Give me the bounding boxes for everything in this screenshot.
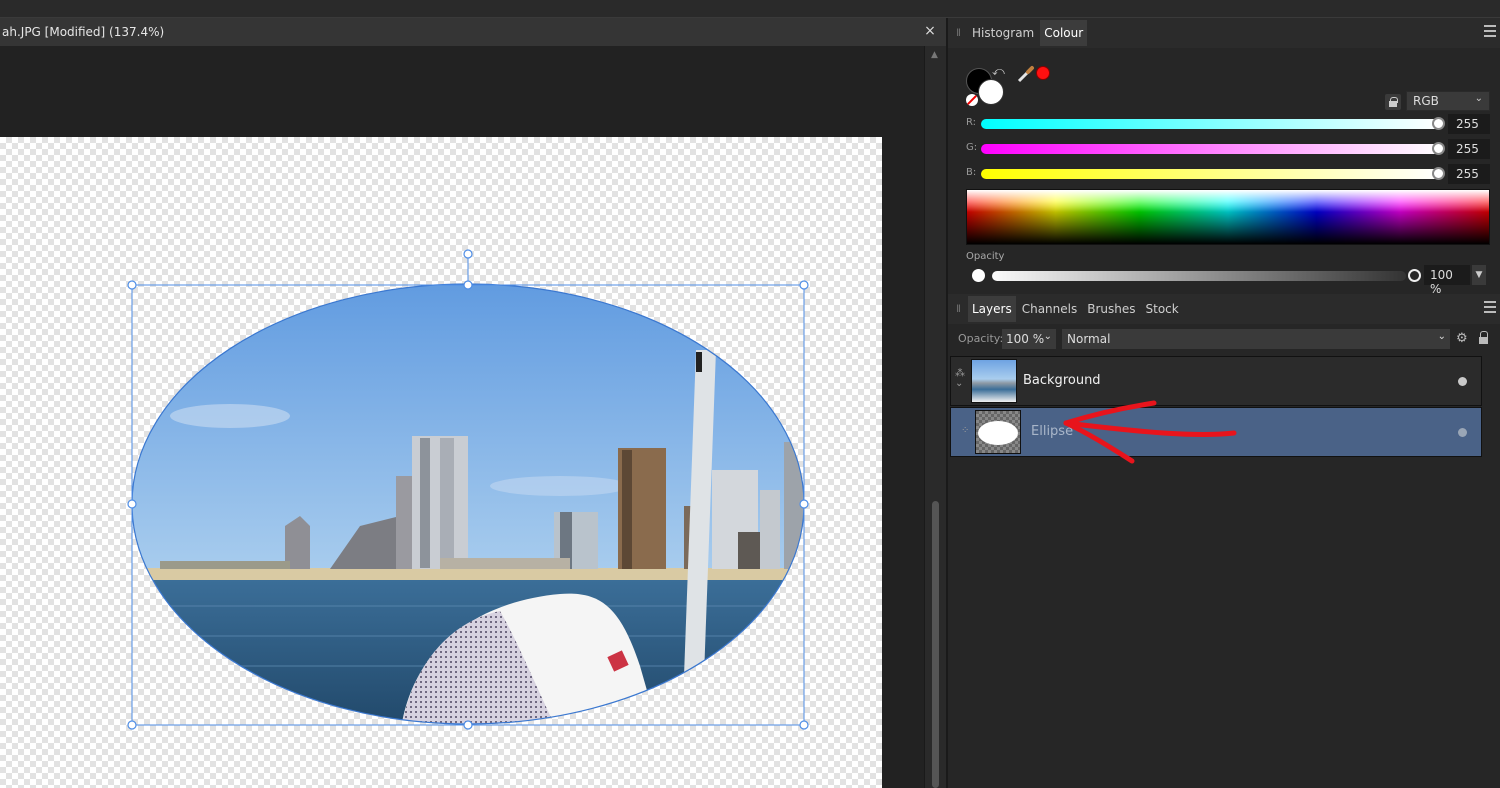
red-slider-thumb[interactable] xyxy=(1432,117,1445,130)
resize-handle[interactable] xyxy=(799,499,809,509)
blue-slider-label: B: xyxy=(966,167,977,178)
visibility-toggle[interactable] xyxy=(1458,428,1467,437)
resize-handle[interactable] xyxy=(127,720,137,730)
panel-grip-icon[interactable]: ll xyxy=(948,304,968,315)
layer-thumbnail xyxy=(975,410,1021,454)
ellipse-image-layer[interactable] xyxy=(0,46,924,788)
colour-panel-tabs: ll Histogram Colour xyxy=(948,18,1500,48)
resize-handle[interactable] xyxy=(463,720,473,730)
document-title[interactable]: ah.JPG [Modified] (137.4%) xyxy=(0,25,164,39)
green-slider-label: G: xyxy=(966,142,978,153)
lock-icon[interactable] xyxy=(1478,331,1490,345)
chevron-down-icon[interactable]: ▼ xyxy=(1472,265,1486,285)
swap-colours-icon[interactable]: ⤺ xyxy=(992,64,1005,79)
tab-histogram[interactable]: Histogram xyxy=(968,20,1038,46)
picked-colour-swatch[interactable] xyxy=(1036,66,1050,80)
secondary-colour-swatch[interactable] xyxy=(978,79,1004,105)
layers-panel-tabs: ll Layers Channels Brushes Stock xyxy=(948,294,1500,324)
green-slider-row: G: 255 xyxy=(948,139,1500,159)
blue-slider[interactable] xyxy=(981,169,1439,179)
green-value-field[interactable]: 255 xyxy=(1448,139,1490,159)
opacity-label: Opacity xyxy=(966,251,1005,262)
resize-handle[interactable] xyxy=(799,280,809,290)
resize-handle[interactable] xyxy=(127,280,137,290)
tab-channels[interactable]: Channels xyxy=(1018,296,1082,322)
chevron-down-icon: ⌄ xyxy=(1437,331,1446,342)
blue-value-field[interactable]: 255 xyxy=(1448,164,1490,184)
lock-icon[interactable] xyxy=(1385,94,1401,110)
layer-expand-icon[interactable]: ⁂ ⌄ xyxy=(955,369,965,389)
colour-model-select[interactable]: RGB ⌄ xyxy=(1406,91,1490,111)
red-slider[interactable] xyxy=(981,119,1439,129)
red-slider-label: R: xyxy=(966,117,977,128)
close-document-icon[interactable]: × xyxy=(922,23,938,39)
panel-menu-icon[interactable] xyxy=(1484,25,1496,37)
chevron-down-icon: ⌄ xyxy=(1043,331,1052,342)
scroll-up-arrow-icon[interactable]: ▲ xyxy=(931,50,938,60)
tab-stock[interactable]: Stock xyxy=(1142,296,1183,322)
tab-colour[interactable]: Colour xyxy=(1040,20,1088,46)
layer-name[interactable]: Background xyxy=(1023,373,1101,388)
document-tab-bar: ah.JPG [Modified] (137.4%) × xyxy=(0,18,946,46)
tab-brushes[interactable]: Brushes xyxy=(1083,296,1139,322)
layer-options-row: Opacity: 100 % ⌄ Normal ⌄ ⚙ xyxy=(948,328,1500,350)
visibility-toggle[interactable] xyxy=(1458,377,1467,386)
vertical-scrollbar[interactable]: ▲ xyxy=(924,46,946,788)
layer-opacity-select[interactable]: 100 % ⌄ xyxy=(1002,329,1056,349)
green-slider[interactable] xyxy=(981,144,1439,154)
opacity-slider-thumb[interactable] xyxy=(1408,269,1421,282)
right-panel-stack: ll Histogram Colour ⤺ RGB ⌄ R: 255 G: 25… xyxy=(946,18,1500,788)
opacity-slider[interactable] xyxy=(992,271,1406,281)
gear-icon[interactable]: ⚙ xyxy=(1456,331,1468,346)
colour-spectrum[interactable] xyxy=(966,189,1490,245)
app-top-bar xyxy=(0,0,1500,18)
blend-mode-select[interactable]: Normal ⌄ xyxy=(1062,329,1450,349)
resize-handle[interactable] xyxy=(799,720,809,730)
panel-grip-icon[interactable]: ll xyxy=(948,28,968,39)
resize-handle[interactable] xyxy=(127,499,137,509)
resize-handle[interactable] xyxy=(463,280,473,290)
red-value-field[interactable]: 255 xyxy=(1448,114,1490,134)
green-slider-thumb[interactable] xyxy=(1432,142,1445,155)
blue-slider-row: B: 255 xyxy=(948,164,1500,184)
annotation-arrow xyxy=(1063,400,1237,464)
no-colour-icon[interactable] xyxy=(966,94,978,106)
scrollbar-thumb[interactable] xyxy=(932,501,939,788)
layer-opacity-label: Opacity: xyxy=(958,332,1004,345)
layer-thumbnail xyxy=(971,359,1017,403)
blue-slider-thumb[interactable] xyxy=(1432,167,1445,180)
opacity-min-swatch[interactable] xyxy=(972,269,985,282)
layer-type-icon: ⁘ xyxy=(961,425,970,436)
panel-menu-icon[interactable] xyxy=(1484,301,1496,313)
rotate-handle[interactable] xyxy=(463,249,473,259)
colour-picker-icon[interactable] xyxy=(1016,64,1036,84)
tab-layers[interactable]: Layers xyxy=(968,296,1016,322)
opacity-value-field[interactable]: 100 % xyxy=(1424,265,1470,296)
document-canvas-area[interactable] xyxy=(0,46,924,788)
chevron-down-icon: ⌄ xyxy=(1474,93,1483,104)
red-slider-row: R: 255 xyxy=(948,114,1500,134)
